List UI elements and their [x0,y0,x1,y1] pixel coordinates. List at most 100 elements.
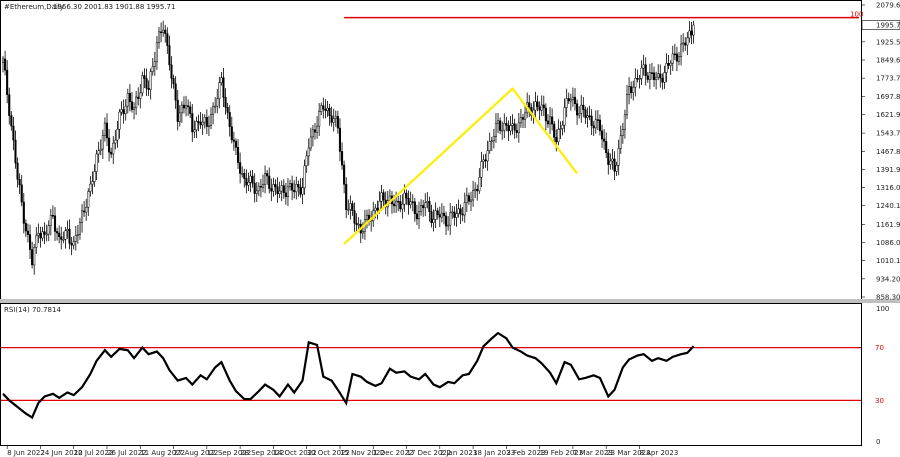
candle-body [642,64,645,69]
candle-body [141,75,144,94]
candle-body [586,115,589,118]
candle-body [318,111,321,127]
candle-body [397,200,400,203]
candle-body [53,215,57,232]
candle-body [295,184,298,193]
candle-body [284,192,287,198]
candle-body [465,195,468,203]
candle-body [313,129,317,133]
candle-body [212,106,215,115]
candle-body [205,117,208,127]
candle-body [451,211,454,214]
candle-body [392,203,396,207]
candle-body [420,205,423,212]
price-tick-label: 1391.90 [876,166,900,174]
candle-body [311,129,314,138]
candle-body [89,183,92,192]
candle-body [182,104,186,109]
candle-body [588,115,591,118]
candle-body [76,233,79,236]
candle-body [600,130,604,140]
candle-body [135,96,138,108]
price-tick-label: 1849.60 [876,56,900,64]
price-tick-label: 934.20 [876,275,900,283]
candle-body [288,183,292,188]
candle-body [469,199,473,202]
candle-body [87,191,90,208]
candle-body [380,192,383,202]
candle-body [499,120,502,131]
candle-body [268,175,271,189]
candle-body [607,152,610,165]
candle-body [108,137,111,153]
candle-body [436,210,439,215]
candle-body [272,184,275,192]
candle-body [340,151,344,166]
panel-separator[interactable] [0,299,900,303]
candle-body [395,200,398,207]
price-tick-label: 1467.80 [876,148,900,156]
candle-body [12,125,15,141]
candle-body [634,77,637,88]
candle-body [101,135,104,150]
candle-body [330,115,333,123]
candle-body [68,229,71,244]
candle-body [266,173,269,177]
candle-body [355,222,358,225]
candle-body [112,142,115,155]
candle-body [594,119,597,129]
candle-body [193,129,196,133]
candle-body [224,97,227,108]
candle-body [151,66,154,72]
candle-body [78,222,82,235]
candle-body [170,64,173,79]
candle-body [580,104,583,114]
candle-body [536,101,539,108]
price-panel-frame [0,0,862,300]
candle-body [665,63,668,73]
candle-body [8,94,11,116]
time-axis: 8 Jun 202224 Jun 202210 Jul 202226 Jul 2… [6,446,678,457]
candle-body [677,55,681,62]
candle-body [336,116,339,129]
candle-body [482,159,485,162]
candle-body [449,212,452,226]
candle-body [126,93,129,107]
rsi-scale-0: 0 [876,438,880,446]
candle-body [553,123,556,138]
candle-body [563,107,566,126]
candle-body [155,42,158,63]
candle-body [596,119,599,121]
candle-body [405,192,408,199]
candle-body [270,188,273,192]
candle-body [74,235,77,242]
candle-body [257,186,260,192]
candle-body [253,182,256,194]
candle-body [484,159,487,162]
candle-body [122,109,125,115]
candle-body [120,109,123,113]
candle-body [590,115,593,126]
price-tick-label: 1697.80 [876,93,900,101]
candle-body [434,210,437,220]
candle-body [673,53,676,56]
candle-body [505,123,508,126]
candle-body [644,64,647,77]
candle-body [692,24,695,36]
candle-body [682,42,685,45]
price-tick-label: 858.30 [876,294,900,302]
candle-body [409,201,412,206]
time-tick-label: 8 Apr 2023 [639,449,678,457]
candle-body [557,129,560,143]
candle-body [130,101,134,110]
candle-body [478,177,481,192]
candle-body [488,141,491,151]
candle-body [80,210,84,223]
candle-body [461,213,464,216]
candle-body [573,96,577,105]
candle-body [31,249,34,266]
candle-body [399,201,402,210]
candle-body [413,201,416,215]
candle-body [72,241,75,246]
candle-body [382,192,385,201]
